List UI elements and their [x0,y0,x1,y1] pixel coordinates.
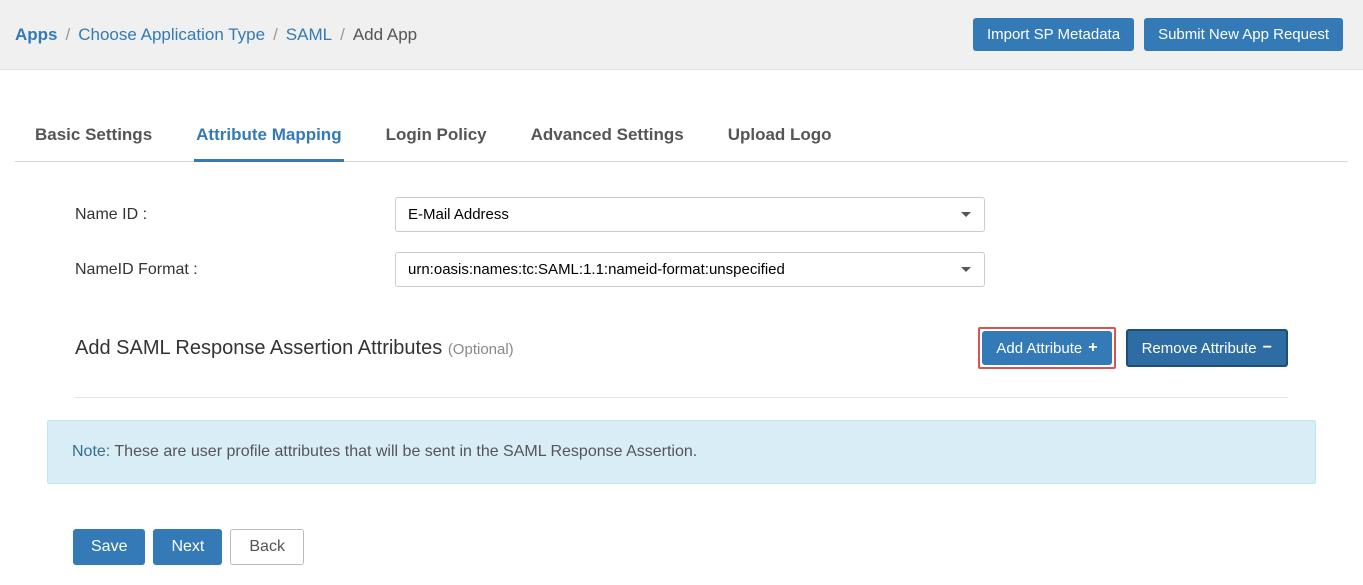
breadcrumb-current: Add App [353,25,417,45]
breadcrumb-apps[interactable]: Apps [15,25,58,45]
assertion-attributes-section: Add SAML Response Assertion Attributes (… [75,307,1288,398]
name-id-select[interactable]: E-Mail Address [395,197,985,232]
breadcrumb-sep: / [66,25,71,45]
top-bar: Apps / Choose Application Type / SAML / … [0,0,1363,70]
minus-icon: − [1263,339,1272,357]
optional-label: (Optional) [448,341,514,358]
submit-new-app-request-button[interactable]: Submit New App Request [1144,18,1343,51]
note-box: Note: These are user profile attributes … [47,420,1316,484]
import-sp-metadata-button[interactable]: Import SP Metadata [973,18,1134,51]
tabs: Basic Settings Attribute Mapping Login P… [15,115,1348,162]
add-attribute-highlight: Add Attribute + [978,327,1115,369]
remove-attribute-button[interactable]: Remove Attribute − [1126,329,1288,367]
plus-icon: + [1088,339,1097,357]
note-text: These are user profile attributes that w… [110,443,697,460]
tab-advanced-settings[interactable]: Advanced Settings [529,115,686,162]
tab-login-policy[interactable]: Login Policy [384,115,489,162]
bottom-actions: Save Next Back [73,529,1288,565]
breadcrumb-sep: / [273,25,278,45]
breadcrumb-choose-type[interactable]: Choose Application Type [78,25,265,45]
note-label: Note: [72,443,110,460]
next-button[interactable]: Next [153,529,222,565]
tab-attribute-mapping[interactable]: Attribute Mapping [194,115,343,162]
tab-upload-logo[interactable]: Upload Logo [726,115,834,162]
tab-basic-settings[interactable]: Basic Settings [33,115,154,162]
breadcrumb-saml[interactable]: SAML [286,25,332,45]
nameid-format-label: NameID Format : [75,261,395,279]
form-row-name-id: Name ID : E-Mail Address [75,197,1288,232]
breadcrumb: Apps / Choose Application Type / SAML / … [15,25,417,45]
save-button[interactable]: Save [73,529,145,565]
breadcrumb-sep: / [340,25,345,45]
nameid-format-select[interactable]: urn:oasis:names:tc:SAML:1.1:nameid-forma… [395,252,985,287]
form-row-nameid-format: NameID Format : urn:oasis:names:tc:SAML:… [75,252,1288,287]
back-button[interactable]: Back [230,529,304,565]
top-actions: Import SP Metadata Submit New App Reques… [973,18,1343,51]
name-id-label: Name ID : [75,206,395,224]
add-attribute-button[interactable]: Add Attribute + [982,331,1111,365]
section-title: Add SAML Response Assertion Attributes (… [75,337,514,360]
